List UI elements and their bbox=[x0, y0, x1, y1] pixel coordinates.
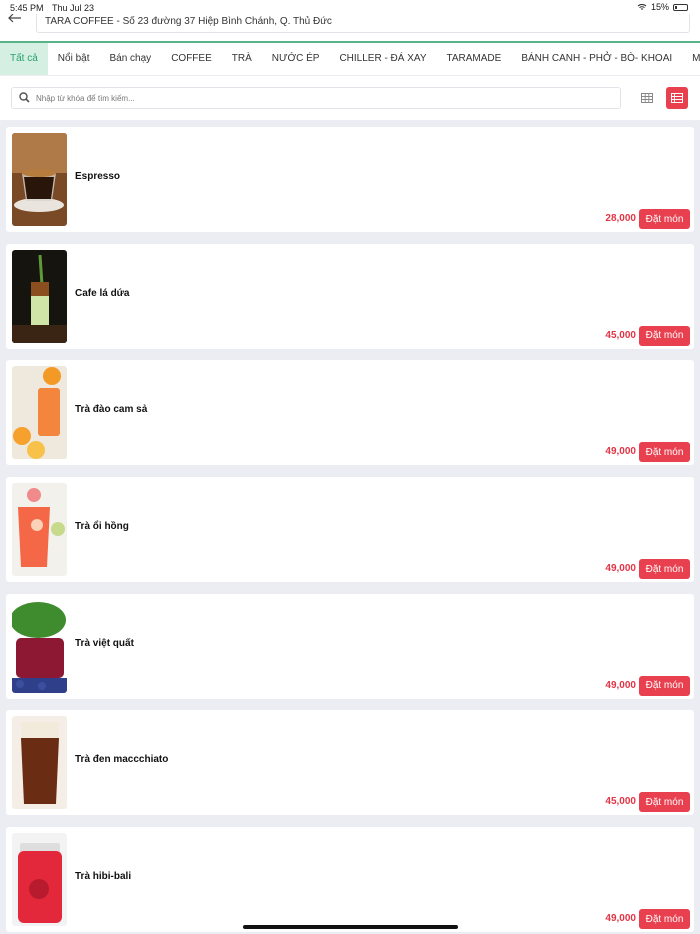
home-indicator bbox=[243, 925, 458, 929]
product-name: Trà đào cam sả bbox=[75, 404, 148, 416]
product-image-tra-hibi-bali bbox=[12, 833, 67, 927]
status-right: 15% bbox=[637, 2, 688, 12]
product-name: Trà đen maccchiato bbox=[75, 754, 169, 766]
product-price: 49,000 bbox=[605, 446, 636, 458]
order-button[interactable]: Đặt món bbox=[639, 325, 690, 346]
product-image-espresso bbox=[12, 133, 67, 226]
tab-extras[interactable]: MÓN THÊM bbox=[682, 43, 700, 75]
arrow-left-icon bbox=[8, 13, 21, 23]
list-view-icon bbox=[671, 93, 683, 103]
product-card[interactable]: Trà đào cam sả 49,000 Đặt món bbox=[6, 360, 694, 466]
tab-taramade[interactable]: TARAMADE bbox=[437, 43, 512, 75]
status-bar: 5:45 PM Thu Jul 23 15% bbox=[0, 0, 700, 14]
category-tabs: Tất cả Nổi bật Bán chạy COFFEE TRÀ NƯỚC ÉP CHI… bbox=[0, 43, 700, 75]
product-price: 28,000 bbox=[605, 213, 636, 224]
status-date: Thu Jul 23 bbox=[52, 3, 95, 13]
search-input[interactable] bbox=[36, 90, 616, 106]
tab-noodles[interactable]: BÁNH CANH - PHỞ - BÒ- KHOAI bbox=[511, 43, 682, 75]
product-card[interactable]: Trà đen maccchiato 45,000 Đặt món bbox=[6, 710, 694, 816]
battery-percent: 15% bbox=[650, 2, 669, 12]
search-box[interactable] bbox=[11, 87, 621, 109]
order-button[interactable]: Đặt món bbox=[639, 675, 690, 696]
order-button[interactable]: Đặt món bbox=[639, 909, 690, 930]
tab-tea[interactable]: TRÀ bbox=[222, 43, 262, 75]
order-button[interactable]: Đặt món bbox=[639, 792, 690, 813]
product-image-cafe-la-dua bbox=[12, 249, 67, 343]
order-button[interactable]: Đặt món bbox=[639, 559, 690, 580]
product-image-tra-oi-hong bbox=[12, 483, 67, 577]
product-price: 45,000 bbox=[605, 329, 636, 341]
search-row bbox=[0, 76, 700, 120]
product-price: 49,000 bbox=[605, 679, 636, 691]
order-button[interactable]: Đặt món bbox=[639, 209, 690, 229]
order-button[interactable]: Đặt món bbox=[639, 442, 690, 463]
tab-juice[interactable]: NƯỚC ÉP bbox=[262, 43, 330, 75]
product-card[interactable]: Trà hibi-bali 49,000 Đặt món bbox=[6, 827, 694, 933]
product-card[interactable]: Cafe lá dứa 45,000 Đặt món bbox=[6, 243, 694, 349]
battery-icon bbox=[673, 3, 688, 11]
tab-all[interactable]: Tất cả bbox=[0, 43, 48, 75]
product-name: Espresso bbox=[75, 171, 121, 182]
status-time: 5:45 PM bbox=[10, 3, 44, 13]
product-name: Cafe lá dứa bbox=[75, 287, 130, 299]
tab-chiller[interactable]: CHILLER - ĐÁ XAY bbox=[329, 43, 436, 75]
product-name: Trà việt quất bbox=[75, 637, 134, 649]
grid-view-icon bbox=[641, 93, 653, 103]
product-image-tra-viet-quat bbox=[12, 599, 67, 693]
product-image-tra-dao-cam-sa bbox=[12, 366, 67, 460]
product-name: Trà hibi-bali bbox=[75, 871, 132, 883]
product-price: 49,000 bbox=[605, 913, 636, 925]
product-image-tra-den-macchiato bbox=[12, 716, 67, 810]
product-list: Espresso 28,000 Đặt món Cafe lá dứa 45,0… bbox=[6, 127, 694, 934]
tab-coffee[interactable]: COFFEE bbox=[161, 43, 222, 75]
search-icon bbox=[19, 92, 30, 103]
product-name: Trà ổi hồng bbox=[75, 521, 129, 533]
grid-view-button[interactable] bbox=[636, 87, 658, 109]
list-view-button[interactable] bbox=[666, 87, 688, 109]
product-price: 49,000 bbox=[605, 563, 636, 575]
product-price: 45,000 bbox=[605, 796, 636, 808]
product-card[interactable]: Espresso 28,000 Đặt món bbox=[6, 127, 694, 232]
product-card[interactable]: Trà việt quất 49,000 Đặt món bbox=[6, 593, 694, 699]
product-card[interactable]: Trà ổi hồng 49,000 Đặt món bbox=[6, 477, 694, 583]
tab-featured[interactable]: Nổi bật bbox=[48, 43, 100, 75]
wifi-icon bbox=[637, 4, 647, 10]
tab-best-selling[interactable]: Bán chạy bbox=[99, 43, 161, 75]
